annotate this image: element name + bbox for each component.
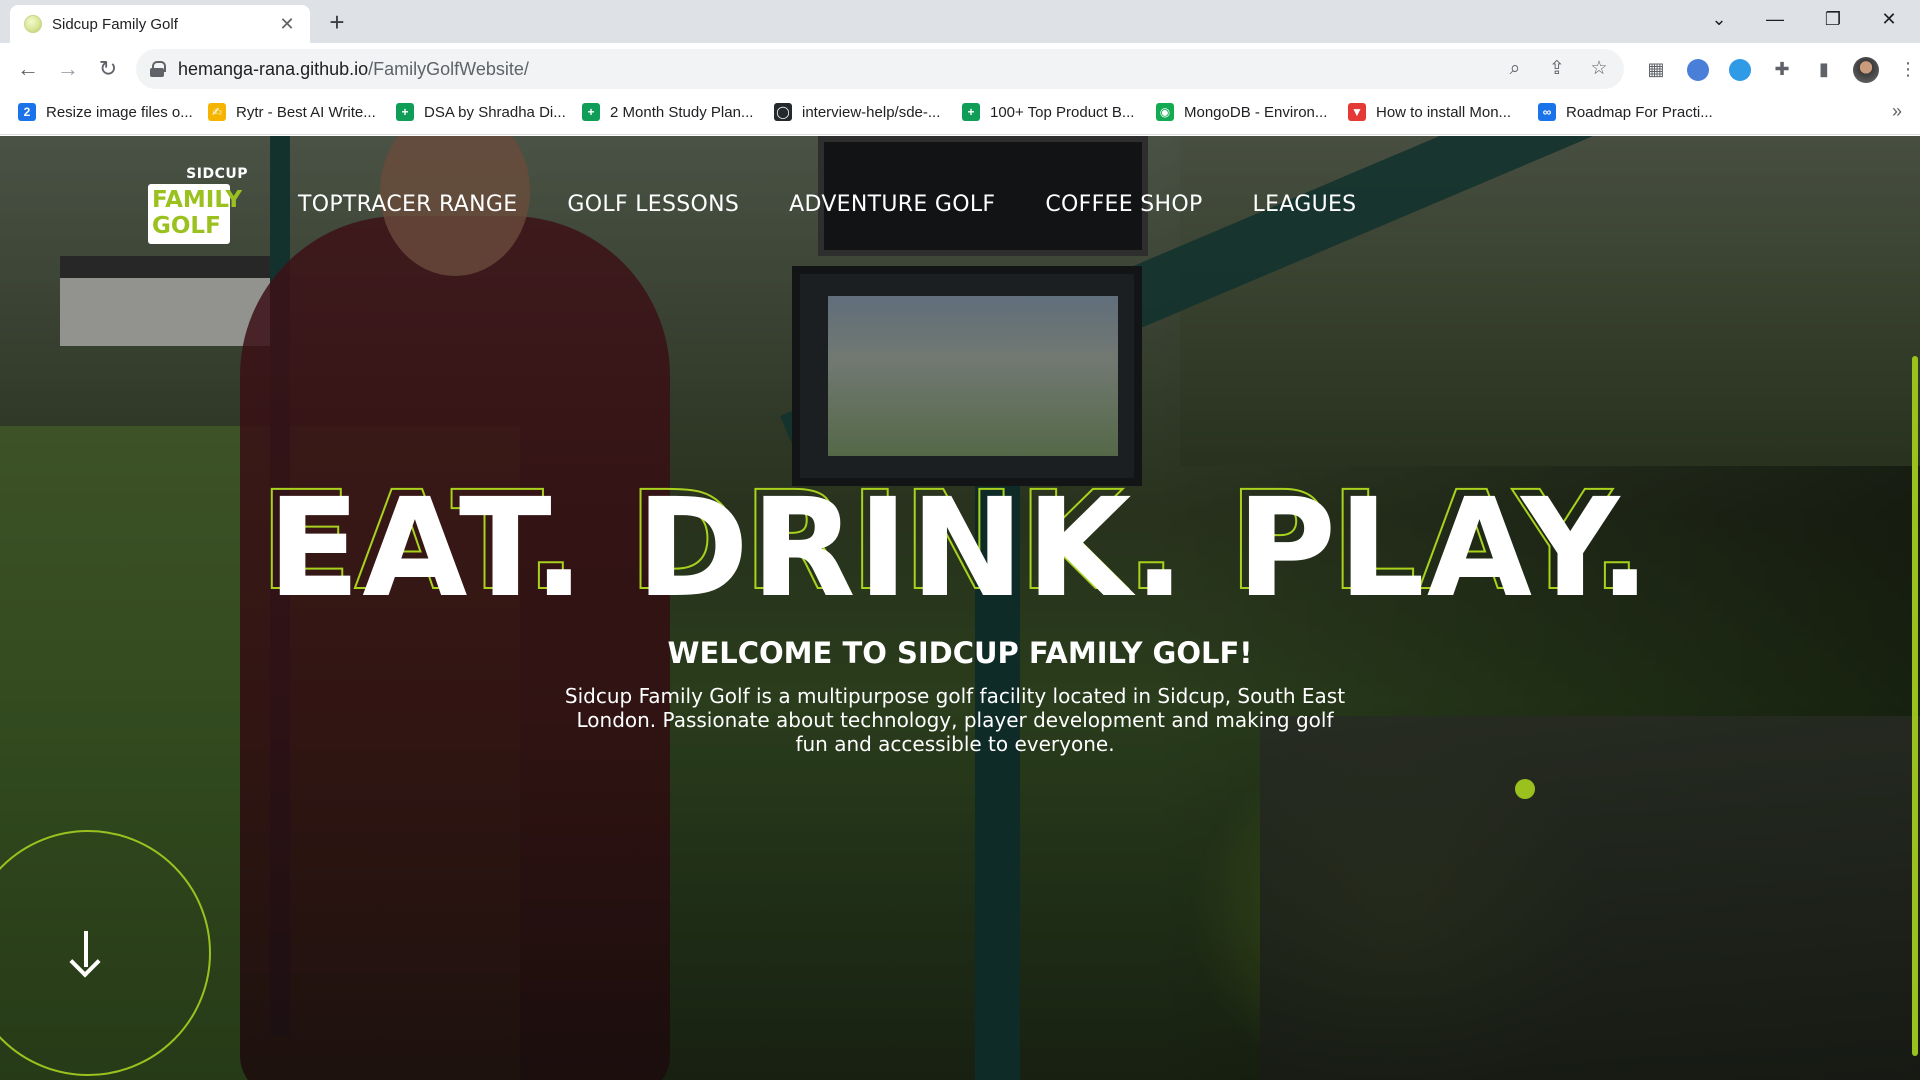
browser-tab[interactable]: Sidcup Family Golf ✕ — [10, 5, 310, 43]
tab-search-icon[interactable]: ⌄ — [1696, 4, 1742, 34]
logo-sidcup: SIDCUP — [186, 166, 248, 182]
rytr-icon: ✍ — [208, 103, 226, 121]
reload-icon[interactable]: ↻ — [92, 53, 124, 85]
nav-adventure-golf[interactable]: ADVENTURE GOLF — [789, 192, 995, 217]
logo-golf: GOLF — [152, 213, 221, 239]
intro-paragraph: Sidcup Family Golf is a multipurpose gol… — [564, 684, 1346, 756]
mongodb-icon: ◉ — [1156, 103, 1174, 121]
url-host: hemanga-rana.github.io — [178, 58, 369, 79]
bookmark-item[interactable]: ▼ How to install Mon... — [1348, 103, 1511, 121]
nav-leagues[interactable]: LEAGUES — [1253, 192, 1357, 217]
main-nav: TOPTRACER RANGE GOLF LESSONS ADVENTURE G… — [298, 192, 1356, 217]
url-text[interactable]: hemanga-rana.github.io/FamilyGolfWebsite… — [178, 59, 529, 80]
extension-blue-icon[interactable] — [1682, 53, 1714, 85]
bookmark-item[interactable]: ∞ Roadmap For Practi... — [1538, 103, 1713, 121]
address-bar[interactable]: hemanga-rana.github.io/FamilyGolfWebsite… — [136, 49, 1624, 89]
page-scrollbar[interactable] — [1912, 356, 1918, 1056]
github-icon: ◯ — [774, 103, 792, 121]
nav-golf-lessons[interactable]: GOLF LESSONS — [567, 192, 739, 217]
bookmark-label: DSA by Shradha Di... — [424, 103, 566, 121]
close-window-button[interactable]: ✕ — [1866, 4, 1912, 34]
golf-ball-icon — [24, 15, 42, 33]
cursor-dot — [1515, 779, 1535, 799]
nav-coffee-shop[interactable]: COFFEE SHOP — [1045, 192, 1202, 217]
resize-icon: 2 — [18, 103, 36, 121]
hero-title: EAT. DRINK. PLAY. EAT. DRINK. PLAY. — [0, 466, 1920, 634]
infinity-icon: ∞ — [1538, 103, 1556, 121]
bookmark-label: How to install Mon... — [1376, 103, 1512, 121]
bookmark-label: interview-help/sde-... — [802, 103, 941, 121]
bookmark-item[interactable]: + DSA by Shradha Di... — [396, 103, 566, 121]
bookmark-item[interactable]: 2 Resize image files o... — [18, 103, 193, 121]
extension-grid-icon[interactable]: ▦ — [1640, 53, 1672, 85]
forward-arrow-icon[interactable]: → — [52, 53, 84, 85]
hero-title-text: EAT. DRINK. PLAY. — [267, 470, 1653, 628]
bookmark-label: 100+ Top Product B... — [990, 103, 1135, 121]
extension-cyan-icon[interactable] — [1724, 53, 1756, 85]
bookmark-label: Roadmap For Practi... — [1566, 103, 1713, 121]
logo-box: FAMILY GOLF — [148, 184, 242, 244]
sheets-icon: + — [396, 103, 414, 121]
menu-kebab-icon[interactable]: ⋮ — [1892, 53, 1920, 85]
bookmark-item[interactable]: ◯ interview-help/sde-... — [774, 103, 940, 121]
extensions-puzzle-icon[interactable]: ✚ — [1766, 53, 1798, 85]
bookmarks-bar: 2 Resize image files o... ✍ Rytr - Best AI … — [0, 95, 1920, 135]
lock-icon[interactable] — [150, 61, 166, 77]
page-viewport: SIDCUP FAMILY GOLF TOPTRACER RANGE GOLF … — [0, 136, 1920, 1080]
bookmark-label: Rytr - Best AI Write... — [236, 103, 376, 121]
vivaldi-icon: ▼ — [1348, 103, 1366, 121]
browser-toolbar: ← → ↻ hemanga-rana.github.io/FamilyGolfW… — [0, 43, 1920, 95]
bookmark-label: Resize image files o... — [46, 103, 193, 121]
logo-family: FAMILY — [152, 187, 243, 213]
bookmark-star-icon[interactable]: ☆ — [1584, 54, 1614, 84]
side-panel-icon[interactable]: ▮ — [1808, 53, 1840, 85]
bookmark-item[interactable]: +2 Month Study Plan... — [582, 103, 753, 121]
welcome-heading: WELCOME TO SIDCUP FAMILY GOLF! — [667, 636, 1253, 670]
profile-avatar[interactable] — [1850, 53, 1882, 85]
url-path: /FamilyGolfWebsite/ — [368, 58, 529, 79]
back-arrow-icon[interactable]: ← — [12, 53, 44, 85]
minimize-button[interactable]: — — [1752, 4, 1798, 34]
bookmark-item[interactable]: ◉ MongoDB - Environ... — [1156, 103, 1327, 121]
bookmark-label: 2 Month Study Plan... — [610, 103, 754, 121]
bookmark-item[interactable]: +100+ Top Product B... — [962, 103, 1134, 121]
zoom-icon[interactable]: ⌕ — [1500, 54, 1530, 84]
share-icon[interactable]: ⇪ — [1542, 54, 1572, 84]
site-logo[interactable]: SIDCUP FAMILY GOLF — [148, 166, 248, 244]
new-tab-button[interactable]: + — [322, 8, 352, 38]
sheets-icon: + — [962, 103, 980, 121]
bookmark-label: MongoDB - Environ... — [1184, 103, 1328, 121]
bookmark-item[interactable]: ✍ Rytr - Best AI Write... — [208, 103, 376, 121]
nav-toptracer-range[interactable]: TOPTRACER RANGE — [298, 192, 517, 217]
tab-strip: Sidcup Family Golf ✕ + ⌄ — ❐ ✕ — [0, 0, 1920, 43]
tab-title: Sidcup Family Golf — [52, 15, 178, 33]
close-tab-icon[interactable]: ✕ — [276, 14, 298, 35]
more-bookmarks-icon[interactable]: » — [1892, 101, 1902, 122]
arrow-down-icon[interactable] — [68, 931, 104, 971]
restore-button[interactable]: ❐ — [1810, 4, 1856, 34]
sheets-icon: + — [582, 103, 600, 121]
